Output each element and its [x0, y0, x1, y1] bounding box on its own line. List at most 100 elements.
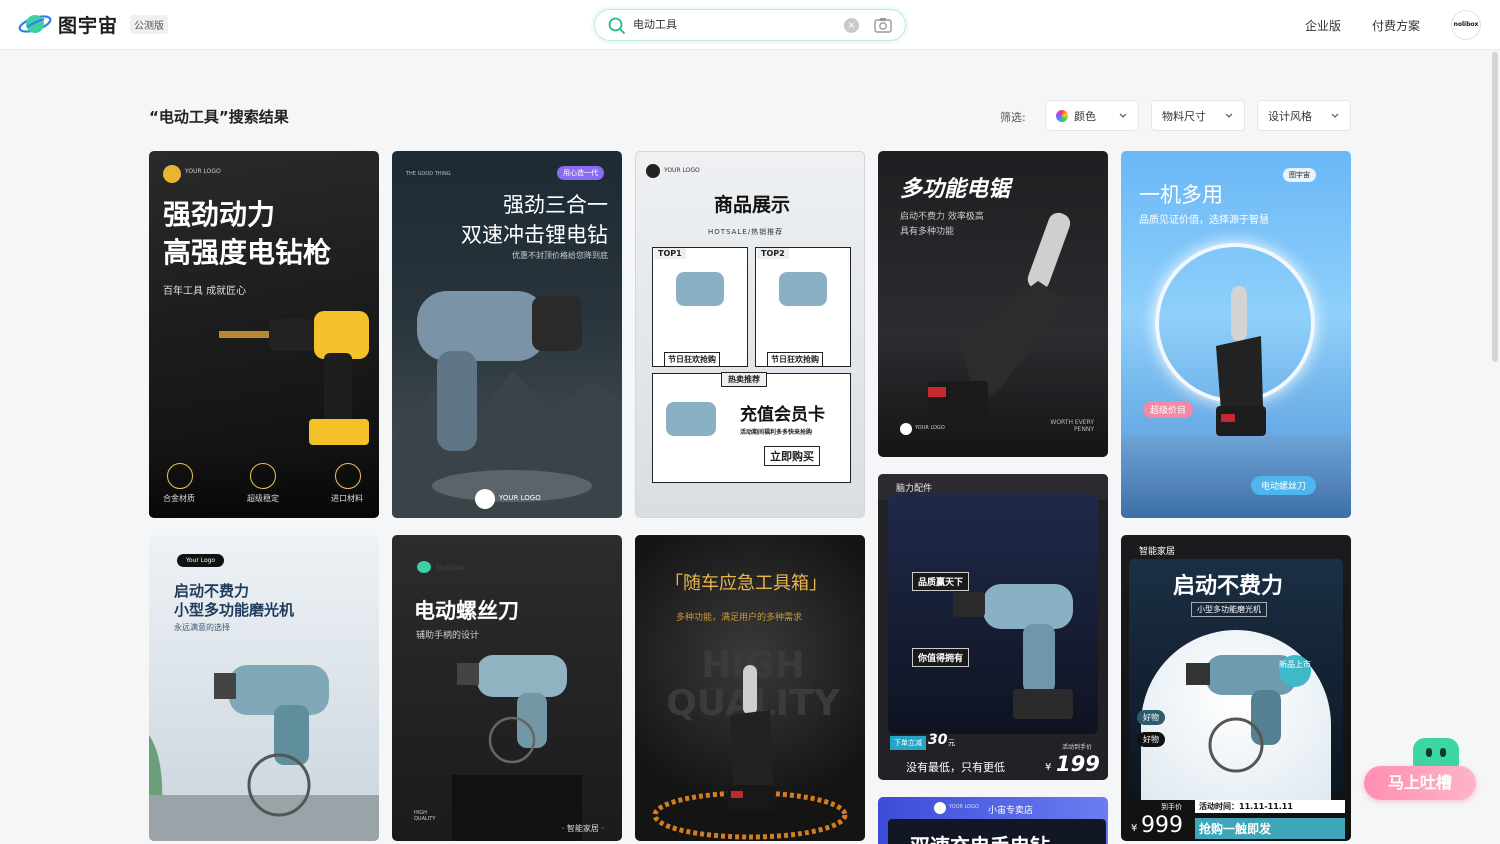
card-title: 电动螺丝刀 [414, 599, 519, 623]
filter-style[interactable]: 设计风格 [1257, 100, 1351, 131]
cta-banner: 抢购一触即发 [1195, 818, 1345, 839]
clear-search-icon[interactable]: × [844, 18, 859, 33]
alloy-icon [167, 463, 193, 489]
card-logo-text: YOUR LOGO [664, 167, 700, 174]
card-tag: 智能家居 [1139, 547, 1176, 557]
vip-title: 充值会员卡 [740, 405, 825, 425]
card-title: 启动不费力 [174, 582, 250, 600]
template-card[interactable]: 脑力配件 品质赢天下 你值得拥有 下单立减 30 元 没有最低，只有更低 活动到… [878, 474, 1108, 780]
card-title: 高强度电钻枪 [163, 236, 332, 269]
new-badge: 新品上市 [1279, 655, 1311, 687]
filter-style-label: 设计风格 [1268, 109, 1312, 123]
card-subtitle: 小型多功能磨光机 [1191, 602, 1267, 617]
camera-search-icon[interactable] [874, 17, 892, 33]
brand-name: 图宇宙 [58, 14, 119, 37]
template-card[interactable]: YOUR LOGO 商品展示 HOTSALE/热销推荐 TOP1 TOP2 节日… [635, 151, 865, 518]
price-label: 到手价 [1161, 803, 1182, 811]
card-title: 启动不费力 [1173, 574, 1284, 599]
template-card[interactable]: YOUR LOGO 强劲动力 高强度电钻枪 百年工具 成就匠心 合金材质 超级稳… [149, 151, 379, 518]
product-tag: 电动螺丝刀 [1251, 476, 1317, 495]
slogan: 没有最低，只有更低 [906, 761, 1005, 774]
top-header: 图宇宙 公测版 × 企业版 付费方案 nolibox [0, 0, 1500, 50]
stable-icon [250, 463, 276, 489]
price-currency: ¥ [1131, 823, 1138, 834]
chainsaw-image [652, 665, 848, 840]
search-box[interactable]: × [594, 9, 906, 41]
color-wheel-icon [1056, 109, 1068, 122]
event-date: 活动时间：11.11-11.11 [1195, 800, 1345, 813]
hot-badge: 热卖推荐 [721, 372, 767, 387]
card-footer-text: HIGH QUALITY [414, 810, 436, 822]
feature-label: 超级稳定 [247, 494, 279, 503]
template-card[interactable]: 多功能电锯 启动不费力 效率极高 具有多种功能 YOUR LOGO WORTH … [878, 151, 1108, 457]
avatar[interactable]: nolibox [1451, 10, 1481, 40]
card-title: 强劲动力 [163, 198, 276, 231]
template-card[interactable]: THE GOOD THING 用心造一代 强劲三合一 双速冲击锂电钻 优惠不封顶… [392, 151, 622, 518]
price-value: 199 [1056, 752, 1100, 776]
card-title: 一机多用 [1139, 183, 1223, 207]
filter-size[interactable]: 物料尺寸 [1151, 100, 1245, 131]
logo-icon [417, 561, 431, 573]
good-badge: 好物 [1137, 710, 1165, 725]
price-value: 999 [1141, 813, 1183, 838]
card-subtitle: 品质见证价值，选择源于智慧 [1139, 215, 1269, 226]
pedestal [1121, 436, 1351, 518]
card-title: 小型多功能磨光机 [174, 601, 295, 619]
template-card[interactable]: YOUR LOGO 小宙专卖店 双速充电手电钻 [878, 797, 1108, 844]
card-title: 「随车应急工具箱」 [665, 573, 827, 594]
drill-image [452, 655, 582, 841]
drill-image [219, 311, 369, 445]
card-subtitle: 优惠不封顶价格给您降到底 [512, 251, 608, 260]
feedback-button[interactable]: 马上吐槽 [1364, 766, 1476, 800]
nav-enterprise[interactable]: 企业版 [1305, 17, 1341, 34]
logo-icon [163, 165, 181, 183]
template-card[interactable]: Your Logo 启动不费力 小型多功能磨光机 永远满意的选择 [149, 535, 379, 841]
price-tag: 超级价目 [1143, 401, 1194, 418]
card-badge: 用心造一代 [557, 166, 604, 180]
card-logo-text: 图宇宙 [1283, 168, 1316, 182]
chevron-down-icon [1331, 113, 1339, 118]
logo-icon [900, 423, 912, 435]
template-card[interactable]: 智能家居 启动不费力 小型多功能磨光机 新品上市 好物 好物 到手价 ¥ 999… [1121, 535, 1351, 841]
nav-pricing[interactable]: 付费方案 [1372, 17, 1420, 34]
discount-unit: 元 [948, 739, 955, 747]
good-badge: 好物 [1137, 732, 1165, 747]
page-scrollbar[interactable] [1492, 52, 1498, 362]
card-footer-text: · 智能家居 · [561, 824, 604, 833]
drill-image [149, 665, 379, 841]
chevron-down-icon [1119, 113, 1127, 118]
logo-icon [934, 802, 946, 814]
card-tag: 脑力配件 [896, 484, 933, 494]
card-subtitle: 多种功能，满足用户的多种需求 [676, 613, 803, 623]
template-card[interactable]: 「随车应急工具箱」 多种功能，满足用户的多种需求 HIGH QUALITY [635, 535, 865, 841]
page-title: “电动工具”搜索结果 [149, 108, 289, 126]
card-tag: THE GOOD THING [406, 171, 451, 177]
plane-icon [335, 463, 361, 489]
search-input[interactable] [633, 17, 833, 30]
chainsaw-image [1216, 286, 1266, 436]
filter-color[interactable]: 颜色 [1045, 100, 1139, 131]
rank-badge: TOP2 [757, 248, 789, 259]
price-currency: ¥ [1045, 762, 1052, 773]
drill-image [779, 272, 827, 306]
brand-logo[interactable]: 图宇宙 公测版 [18, 10, 169, 38]
vip-subtitle: 活动期间福利多多快来抢购 [740, 429, 813, 436]
filter-size-label: 物料尺寸 [1162, 109, 1206, 123]
card-footer-text: WORTH EVERY PENNY [1050, 419, 1094, 433]
card-subtitle: 辅助手柄的设计 [416, 631, 480, 641]
template-card[interactable]: 一机多用 品质见证价值，选择源于智慧 图宇宙 超级价目 电动螺丝刀 [1121, 151, 1351, 518]
product-label: 节日狂欢抢购 [664, 352, 720, 367]
card-title: 双速充电手电钻 [910, 830, 1050, 844]
template-card[interactable]: Nolibox 电动螺丝刀 辅助手柄的设计 HIGH QUALITY · 智能家… [392, 535, 622, 841]
logo-icon [646, 164, 660, 178]
buy-now-button: 立即购买 [764, 446, 820, 466]
card-title: 强劲三合一 [503, 193, 608, 217]
drill-image [953, 584, 1073, 719]
feature-label: 进口材料 [331, 494, 363, 503]
search-icon[interactable] [608, 17, 625, 34]
beta-badge: 公测版 [130, 14, 169, 34]
card-logo-text: YOUR LOGO [949, 804, 979, 810]
drill-image [666, 402, 716, 436]
product-label: 节日狂欢抢购 [767, 352, 823, 367]
chevron-down-icon [1225, 113, 1233, 118]
